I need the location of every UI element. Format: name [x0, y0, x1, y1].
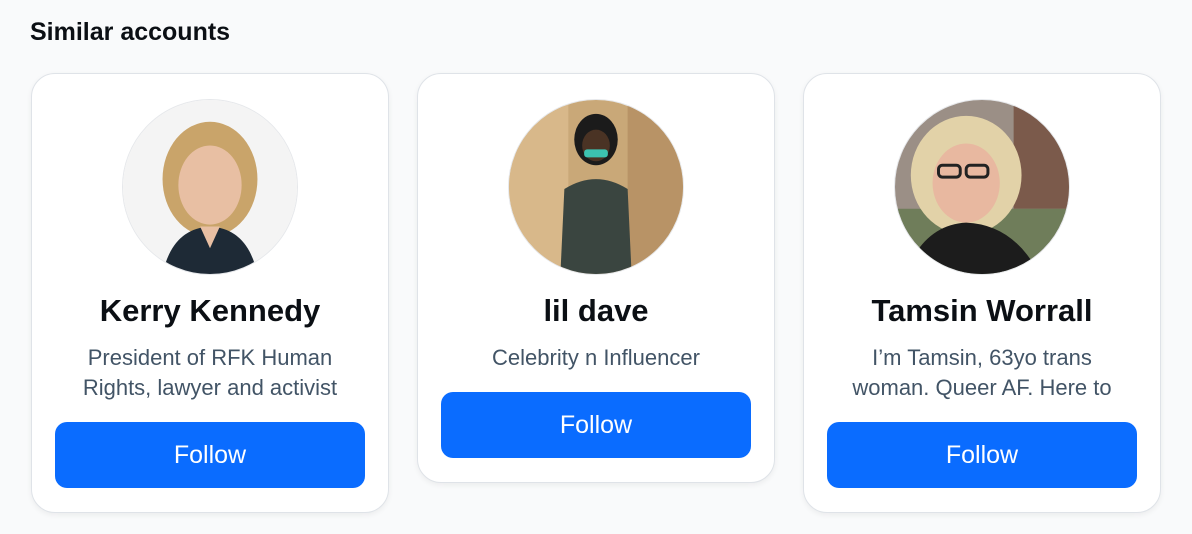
account-name[interactable]: Kerry Kennedy	[100, 293, 321, 329]
avatar[interactable]	[894, 99, 1070, 275]
avatar[interactable]	[122, 99, 298, 275]
account-card[interactable]: Tamsin Worrall I’m Tamsin, 63yo trans wo…	[803, 73, 1161, 513]
account-card[interactable]: lil dave Celebrity n Influencer Follow	[417, 73, 775, 483]
account-bio: President of RFK Human Rights, lawyer an…	[82, 345, 338, 400]
account-bio: Celebrity n Influencer	[492, 345, 700, 370]
avatar-photo	[123, 100, 297, 274]
follow-button[interactable]: Follow	[55, 422, 365, 488]
section-title: Similar accounts	[30, 18, 231, 46]
account-bio: I’m Tamsin, 63yo trans woman. Queer AF. …	[852, 345, 1112, 400]
avatar[interactable]	[508, 99, 684, 275]
account-card[interactable]: Kerry Kennedy President of RFK Human Rig…	[31, 73, 389, 513]
follow-button[interactable]: Follow	[441, 392, 751, 458]
avatar-photo	[509, 100, 683, 274]
account-name[interactable]: Tamsin Worrall	[871, 293, 1092, 329]
avatar-photo	[895, 100, 1069, 274]
follow-button[interactable]: Follow	[827, 422, 1137, 488]
account-name[interactable]: lil dave	[543, 293, 648, 329]
